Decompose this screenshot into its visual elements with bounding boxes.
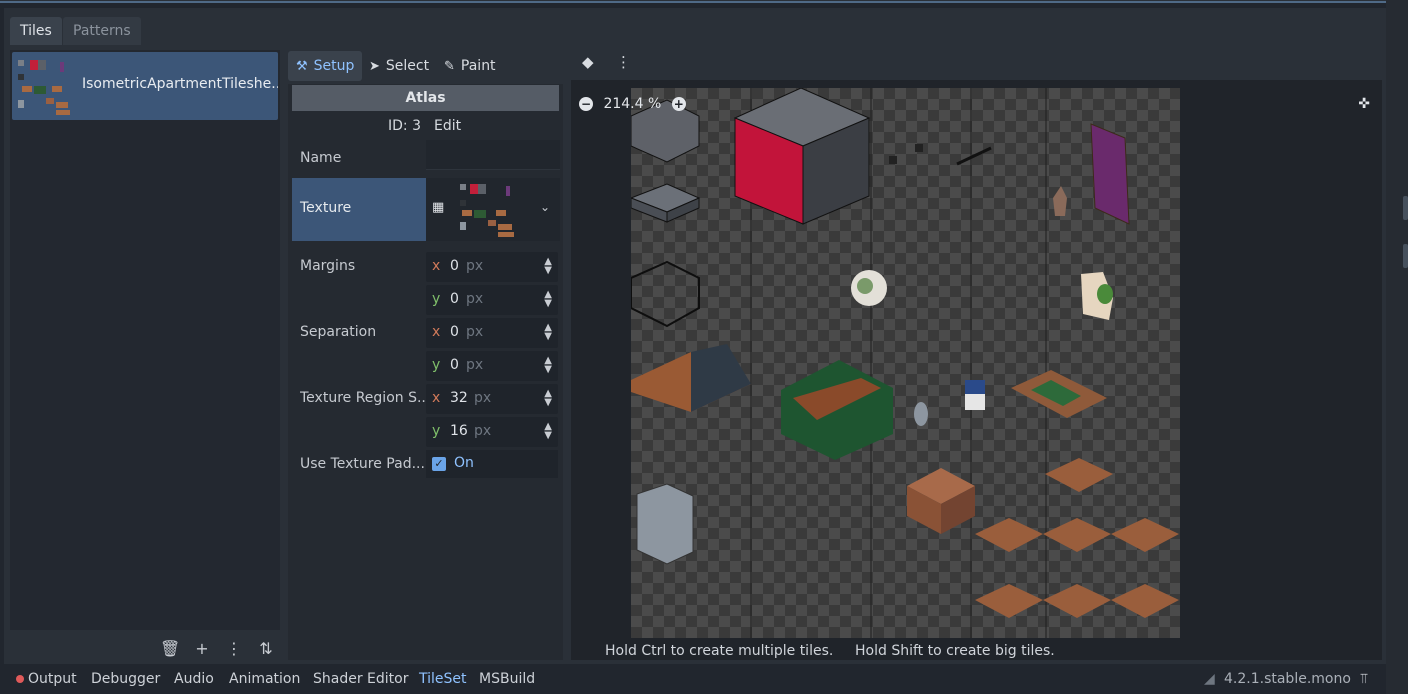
tileset-editor: Tiles Patterns IsometricApartmentTileshe… xyxy=(4,8,1386,664)
tab-patterns[interactable]: Patterns xyxy=(63,17,141,45)
axis-y-label: y xyxy=(432,291,441,307)
atlas-inspector: Atlas ID: 3 Edit Name Texture ▦ ⌄ Margin… xyxy=(288,84,563,660)
output-tab[interactable]: Output xyxy=(16,671,77,687)
axis-x-label: x xyxy=(432,258,441,274)
select-button[interactable]: ➤ Select xyxy=(361,51,437,81)
margins-y-value[interactable]: 0 xyxy=(450,291,459,307)
separation-x-spinbox[interactable]: x 0 px ▲ ▼ xyxy=(426,318,558,348)
margins-label: Margins xyxy=(300,258,356,274)
separation-x-value[interactable]: 0 xyxy=(450,324,459,340)
region-x-spinbox[interactable]: x 32 px ▲ ▼ xyxy=(426,384,558,414)
region-x-value[interactable]: 32 xyxy=(450,390,468,406)
region-y-spinbox[interactable]: y 16 px ▲ ▼ xyxy=(426,417,558,447)
texture-picker[interactable]: ▦ ⌄ xyxy=(426,178,560,241)
spin-arrows-icon[interactable]: ▲ ▼ xyxy=(544,323,552,342)
axis-x-label: x xyxy=(432,390,441,406)
scroll-knob-2[interactable] xyxy=(1403,244,1408,268)
tileset-tab[interactable]: TileSet xyxy=(419,671,467,687)
id-label: ID: 3 xyxy=(388,118,421,134)
version-label: 4.2.1.stable.mono xyxy=(1224,671,1351,687)
zoom-out-icon[interactable]: − xyxy=(579,97,593,111)
margins-x-spinbox[interactable]: x 0 px ▲ ▼ xyxy=(426,252,558,282)
bottom-panel-bar: Output Debugger Audio Animation Shader E… xyxy=(0,666,1408,694)
wrench-icon: ⚒ xyxy=(296,59,308,74)
setup-button[interactable]: ⚒ Setup xyxy=(288,51,363,81)
zoom-level[interactable]: 214.4 % xyxy=(603,96,661,112)
padding-toggle[interactable]: ✓ On xyxy=(426,450,558,478)
atlas-header: Atlas xyxy=(292,85,559,111)
hint-shift: Hold Shift to create big tiles. xyxy=(855,643,1055,659)
region-size-label: Texture Region S... xyxy=(300,390,426,406)
name-field[interactable] xyxy=(426,140,560,170)
unit-label: px xyxy=(466,291,484,307)
zoom-controls: − 214.4 % + xyxy=(579,96,686,112)
output-label: Output xyxy=(28,671,77,687)
name-label: Name xyxy=(300,150,342,166)
unit-label: px xyxy=(474,423,492,439)
hint-ctrl: Hold Ctrl to create multiple tiles. xyxy=(605,643,834,659)
texture-icon: ▦ xyxy=(432,200,445,215)
zoom-in-icon[interactable]: + xyxy=(671,97,686,111)
spin-arrows-icon[interactable]: ▲ ▼ xyxy=(544,389,552,408)
texture-row[interactable]: Texture xyxy=(292,178,426,241)
error-dot-icon xyxy=(16,675,24,683)
sort-icon[interactable]: ⇅ xyxy=(256,640,276,658)
add-icon[interactable]: + xyxy=(192,640,212,658)
paint-button[interactable]: ✎ Paint xyxy=(436,51,504,81)
debugger-tab[interactable]: Debugger xyxy=(91,671,160,687)
atlas-viewport[interactable]: − 214.4 % + ✜ Hold Ctrl to create multip… xyxy=(571,80,1382,660)
checkbox-icon[interactable]: ✓ xyxy=(432,457,446,471)
unit-label: px xyxy=(466,324,484,340)
spin-arrows-icon[interactable]: ▲ ▼ xyxy=(544,290,552,309)
source-label: IsometricApartmentTileshe... xyxy=(82,76,278,92)
separation-label: Separation xyxy=(300,324,377,340)
atlas-canvas[interactable] xyxy=(629,87,1180,638)
texture-preview xyxy=(460,184,514,237)
cursor-icon: ➤ xyxy=(369,59,380,74)
atlas-thumbnail xyxy=(18,60,70,115)
margins-x-value[interactable]: 0 xyxy=(450,258,459,274)
axis-y-label: y xyxy=(432,357,441,373)
padding-label: Use Texture Pad... xyxy=(300,456,425,472)
right-scrollbar[interactable] xyxy=(1386,0,1408,694)
godot-icon: ◢ xyxy=(1204,671,1215,687)
trash-icon[interactable]: 🗑 xyxy=(160,640,180,658)
source-item-atlas[interactable]: IsometricApartmentTileshe... xyxy=(12,52,278,120)
spin-arrows-icon[interactable]: ▲ ▼ xyxy=(544,422,552,441)
separation-y-value[interactable]: 0 xyxy=(450,357,459,373)
tile-sources-list: IsometricApartmentTileshe... xyxy=(10,50,280,630)
setup-label: Setup xyxy=(313,58,355,74)
spin-arrows-icon[interactable]: ▲ ▼ xyxy=(544,257,552,276)
top-divider xyxy=(0,0,1386,3)
edit-button[interactable]: Edit xyxy=(434,118,461,134)
msbuild-tab[interactable]: MSBuild xyxy=(479,671,535,687)
audio-tab[interactable]: Audio xyxy=(174,671,214,687)
select-label: Select xyxy=(385,58,430,74)
separation-y-spinbox[interactable]: y 0 px ▲ ▼ xyxy=(426,351,558,381)
tile-atlas-art xyxy=(629,87,1179,638)
scroll-knob-1[interactable] xyxy=(1403,196,1408,220)
shader-editor-tab[interactable]: Shader Editor xyxy=(313,671,408,687)
padding-value: On xyxy=(454,455,474,471)
chevron-down-icon[interactable]: ⌄ xyxy=(540,200,550,214)
spin-arrows-icon[interactable]: ▲ ▼ xyxy=(544,356,552,375)
unit-label: px xyxy=(466,357,484,373)
unit-label: px xyxy=(466,258,484,274)
center-view-icon[interactable]: ✜ xyxy=(1358,96,1370,112)
region-y-value[interactable]: 16 xyxy=(450,423,468,439)
margins-y-spinbox[interactable]: y 0 px ▲ ▼ xyxy=(426,285,558,315)
more-icon[interactable]: ⋮ xyxy=(616,53,631,71)
brush-icon: ✎ xyxy=(444,59,455,74)
animation-tab[interactable]: Animation xyxy=(229,671,300,687)
texture-label: Texture xyxy=(300,200,352,216)
unit-label: px xyxy=(474,390,492,406)
more-icon[interactable]: ⋮ xyxy=(224,640,244,658)
panel-toggle-icon[interactable]: ⫪ xyxy=(1360,671,1368,687)
tab-tiles[interactable]: Tiles xyxy=(10,17,62,45)
paint-label: Paint xyxy=(460,58,496,74)
axis-y-label: y xyxy=(432,423,441,439)
axis-x-label: x xyxy=(432,324,441,340)
eraser-icon[interactable]: ◆ xyxy=(582,53,594,71)
